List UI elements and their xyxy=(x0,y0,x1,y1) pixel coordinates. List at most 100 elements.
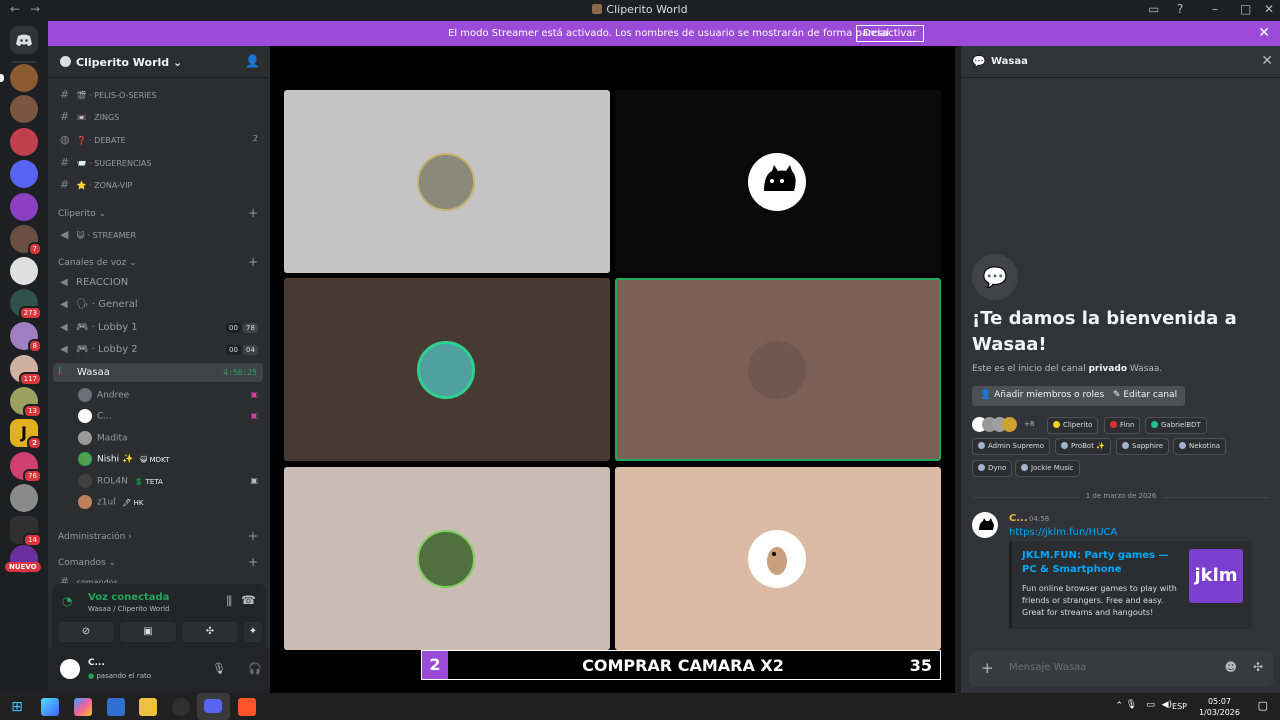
attach-plus-icon[interactable]: + xyxy=(981,659,994,677)
role-pill[interactable]: Cliperito xyxy=(1047,417,1099,434)
avatar[interactable] xyxy=(60,659,80,679)
close-banner-icon[interactable]: ✕ xyxy=(1258,25,1270,41)
server-icon[interactable] xyxy=(0,64,38,92)
role-pill[interactable]: Admin Supremo xyxy=(972,438,1050,455)
video-tile-speaking[interactable] xyxy=(615,278,941,461)
video-tile[interactable] xyxy=(615,90,941,273)
server-icon[interactable]: 117 xyxy=(10,355,42,386)
maximize-icon[interactable]: □ xyxy=(1240,2,1251,16)
video-tile[interactable] xyxy=(284,278,610,461)
role-pill[interactable]: Jockie Music xyxy=(1015,460,1080,477)
microphone-icon[interactable]: 🎙 xyxy=(212,662,226,675)
headphones-icon[interactable]: 🎧 xyxy=(248,662,262,675)
soundboard-button[interactable]: ✦ xyxy=(244,622,262,642)
screen-share-button[interactable]: ▣ xyxy=(120,622,176,642)
channel-zings[interactable]: # 📼 · zings xyxy=(60,110,119,123)
add-channel-icon[interactable]: + xyxy=(248,529,258,543)
role-pill[interactable]: Dyno xyxy=(972,460,1013,477)
volume-icon[interactable]: ◀) xyxy=(1162,700,1172,710)
language-indicator[interactable]: ESP xyxy=(1172,702,1187,711)
category-commands[interactable]: Comandos ⌄ xyxy=(58,558,116,568)
video-tile[interactable] xyxy=(284,467,610,650)
network-icon[interactable]: ▭ xyxy=(1146,700,1155,710)
clock[interactable]: 05:07 1/03/2026 xyxy=(1199,696,1240,718)
voice-member[interactable]: Madita xyxy=(78,431,128,445)
voice-member[interactable]: C... xyxy=(78,409,112,423)
voice-channel-wasaa[interactable]: 𝄃 Wasaa 4:56:25 xyxy=(53,363,263,382)
app-icon[interactable] xyxy=(41,698,59,716)
voice-channel-lobby-2[interactable]: ◀ 🎮 · Lobby 2 xyxy=(60,344,138,355)
channel-zona-vip[interactable]: # ⭐ · zona-vip xyxy=(60,178,132,191)
voice-member[interactable]: Andree xyxy=(78,388,129,402)
role-pill[interactable]: Finn xyxy=(1104,417,1141,434)
add-channel-icon[interactable]: + xyxy=(248,255,258,269)
video-tile[interactable] xyxy=(615,467,941,650)
edit-channel-button[interactable]: ✎ Editar canal xyxy=(1105,386,1186,406)
copilot-icon[interactable] xyxy=(74,698,92,716)
add-channel-icon[interactable]: + xyxy=(248,206,258,220)
soundboard-icon[interactable]: ⫼ xyxy=(226,594,232,609)
chevron-up-icon[interactable]: ⌃ xyxy=(1115,701,1123,711)
video-tile[interactable] xyxy=(284,90,610,273)
disconnect-icon[interactable]: ☎ xyxy=(241,593,256,607)
windows-start-icon[interactable]: ⊞ xyxy=(8,698,26,716)
voice-channel-reaccion[interactable]: ◀ REACCION xyxy=(60,277,128,288)
obs-icon[interactable] xyxy=(172,698,190,716)
channel-debate[interactable]: ◍ ❓ · debate xyxy=(60,133,126,146)
role-pill[interactable]: Nekotina xyxy=(1173,438,1227,455)
role-pill[interactable]: Sapphire xyxy=(1116,438,1170,455)
inbox-icon[interactable]: ▭ xyxy=(1148,2,1159,16)
category-admin[interactable]: Administración › xyxy=(58,532,132,542)
close-window-icon[interactable]: ✕ xyxy=(1264,2,1274,16)
brave-icon[interactable] xyxy=(238,698,256,716)
server-icon[interactable]: 8 xyxy=(10,322,42,353)
role-pill[interactable]: ProBot ✨ xyxy=(1055,438,1111,455)
server-icon[interactable] xyxy=(10,128,38,156)
voice-channel-lobby-1[interactable]: ◀ 🎮 · Lobby 1 xyxy=(60,322,138,333)
camera-toggle-button[interactable]: ⊘ xyxy=(58,622,114,642)
add-members-button[interactable]: 👤 Añadir miembros o roles xyxy=(972,386,1113,406)
help-icon[interactable]: ? xyxy=(1177,2,1183,16)
message-link[interactable]: https://jklm.fun/HUCA xyxy=(1009,527,1117,538)
voice-connected-label[interactable]: Voz conectada xyxy=(88,592,169,603)
minimize-icon[interactable]: – xyxy=(1212,2,1218,16)
message-author[interactable]: C... xyxy=(1009,513,1028,524)
role-pill[interactable]: GabrielBDT xyxy=(1145,417,1207,434)
emoji-icon[interactable]: ☻ xyxy=(1224,660,1237,674)
channel-comandos[interactable]: # comandos xyxy=(60,575,118,583)
server-icon[interactable]: 76 xyxy=(10,452,42,483)
server-icon[interactable]: 14 xyxy=(10,516,42,547)
message-input[interactable]: Mensaje Wasaa xyxy=(1009,662,1086,673)
guild-header[interactable]: Cliperito World ⌄ 👤 xyxy=(48,46,270,78)
voice-channel-general[interactable]: ◀ 🗣 · General xyxy=(60,299,138,310)
invite-user-icon[interactable]: 👤 xyxy=(245,54,260,68)
activities-button[interactable]: ✣ xyxy=(182,622,238,642)
channel-streamer[interactable]: ◀ 😺 · STREAMER xyxy=(60,228,136,241)
server-icon[interactable]: 273 xyxy=(10,289,42,320)
voice-member[interactable]: ROL4N 💲 TETA xyxy=(78,474,163,488)
category-cliperito[interactable]: Cliperito ⌄ xyxy=(58,209,106,219)
server-icon[interactable] xyxy=(10,193,38,221)
server-icon[interactable]: 7 xyxy=(10,225,42,256)
notifications-icon[interactable]: ▢ xyxy=(1258,699,1268,712)
category-voice[interactable]: Canales de voz ⌄ xyxy=(58,258,137,268)
file-explorer-icon[interactable] xyxy=(139,698,157,716)
apps-icon[interactable]: ✣ xyxy=(1253,660,1263,674)
voice-member[interactable]: Nishi ✨ 😺 MDKT xyxy=(78,452,169,466)
username[interactable]: C... xyxy=(88,658,105,668)
close-icon[interactable]: ✕ xyxy=(1261,53,1273,69)
channel-sugerencias[interactable]: # 📨 · sugerencias xyxy=(60,156,151,169)
server-icon[interactable] xyxy=(10,484,38,512)
discord-taskbar-button[interactable] xyxy=(197,693,230,720)
channel-pelis-o-series[interactable]: # 🎬 · pelis-o-series xyxy=(60,88,157,101)
server-icon[interactable]: J2 xyxy=(10,419,42,450)
server-icon[interactable] xyxy=(10,160,38,188)
server-icon[interactable] xyxy=(10,257,38,285)
deactivate-button[interactable]: Desactivar xyxy=(856,25,924,42)
avatar[interactable] xyxy=(972,512,998,538)
server-icon[interactable]: 13 xyxy=(10,387,42,418)
embed-title[interactable]: JKLM.FUN: Party games — PC & Smartphone xyxy=(1022,549,1182,577)
discord-home-icon[interactable] xyxy=(10,26,38,54)
store-icon[interactable] xyxy=(107,698,125,716)
voice-member[interactable]: z1ul 🖊 HK xyxy=(78,495,144,509)
